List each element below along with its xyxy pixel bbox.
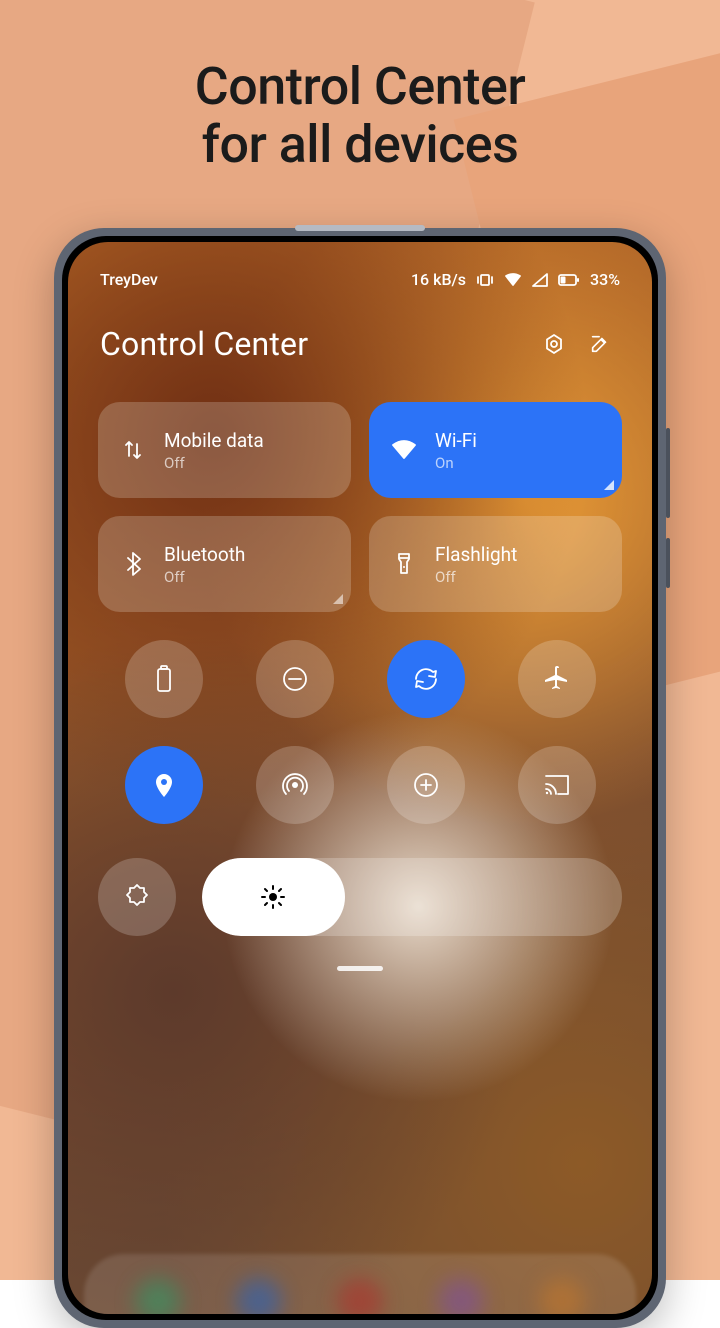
tile-state: Off — [435, 568, 517, 586]
flashlight-icon — [389, 551, 419, 577]
toggle-auto-brightness[interactable] — [98, 858, 176, 936]
tile-state: Off — [164, 568, 245, 586]
tile-state: Off — [164, 454, 264, 472]
panel-titlebar: Control Center — [68, 324, 652, 364]
tile-label: Mobile data — [164, 429, 264, 452]
edit-button[interactable] — [580, 324, 620, 364]
toggle-battery-saver[interactable] — [125, 640, 203, 718]
datasaver-icon — [411, 770, 441, 800]
airplane-icon — [542, 664, 572, 694]
promo-headline: Control Center for all devices — [0, 58, 720, 174]
tile-flashlight[interactable]: Flashlight Off — [369, 516, 622, 612]
brightness-row — [98, 858, 622, 936]
vibrate-icon — [476, 273, 494, 287]
hotspot-icon — [280, 770, 310, 800]
phone-frame: TreyDev 16 kB/s 33% Control Center — [54, 228, 666, 1328]
brightness-slider-fill — [202, 858, 345, 936]
gear-hex-icon — [542, 332, 566, 356]
settings-button[interactable] — [534, 324, 574, 364]
rotate-icon — [410, 664, 442, 694]
toggle-dnd[interactable] — [256, 640, 334, 718]
sun-icon — [260, 884, 286, 910]
toggle-data-saver[interactable] — [387, 746, 465, 824]
tile-label: Bluetooth — [164, 543, 245, 566]
toggle-hotspot[interactable] — [256, 746, 334, 824]
toggle-auto-rotate[interactable] — [387, 640, 465, 718]
cast-icon — [542, 772, 572, 798]
dnd-icon — [280, 664, 310, 694]
tile-state: On — [435, 454, 477, 472]
phone-volume-button — [666, 428, 670, 518]
tile-wifi[interactable]: Wi-Fi On — [369, 402, 622, 498]
tile-grid: Mobile data Off Wi-Fi On — [98, 402, 622, 612]
tile-label: Wi-Fi — [435, 429, 477, 452]
brightness-slider[interactable] — [202, 858, 622, 936]
battery-icon — [154, 664, 174, 694]
phone-power-button — [666, 538, 670, 588]
status-bar: TreyDev 16 kB/s 33% — [68, 270, 652, 289]
wifi-icon — [389, 439, 419, 461]
brightness-auto-icon — [122, 882, 152, 912]
panel-drag-handle[interactable] — [337, 966, 383, 971]
circle-grid — [98, 640, 622, 824]
wifi-status-icon — [504, 273, 522, 287]
status-netspeed: 16 kB/s — [411, 270, 466, 289]
data-arrows-icon — [118, 438, 148, 462]
tile-mobile-data[interactable]: Mobile data Off — [98, 402, 351, 498]
status-battery-pct: 33% — [590, 270, 620, 289]
expand-corner-icon — [604, 480, 614, 490]
status-carrier: TreyDev — [100, 270, 158, 289]
location-icon — [152, 770, 176, 800]
toggle-cast[interactable] — [518, 746, 596, 824]
battery-status-icon — [558, 273, 580, 287]
headline-line-2: for all devices — [202, 114, 519, 175]
edit-icon — [589, 333, 611, 355]
headline-line-1: Control Center — [195, 56, 525, 117]
bluetooth-icon — [118, 551, 148, 577]
phone-speaker — [295, 225, 425, 231]
dock-icons-blur — [68, 1278, 652, 1314]
toggle-location[interactable] — [125, 746, 203, 824]
tile-label: Flashlight — [435, 543, 517, 566]
signal-icon — [532, 273, 548, 287]
panel-title: Control Center — [100, 325, 528, 363]
phone-screen: TreyDev 16 kB/s 33% Control Center — [68, 242, 652, 1314]
tile-bluetooth[interactable]: Bluetooth Off — [98, 516, 351, 612]
expand-corner-icon — [333, 594, 343, 604]
toggle-airplane[interactable] — [518, 640, 596, 718]
